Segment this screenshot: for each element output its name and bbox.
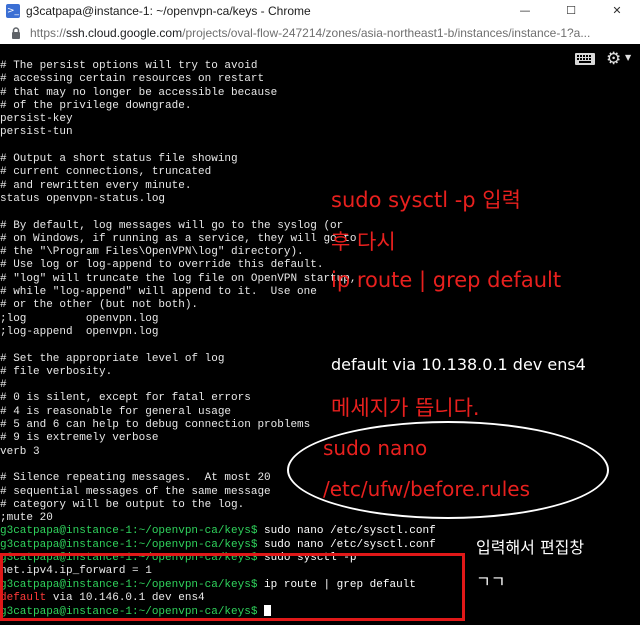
shell-command: sudo nano /etc/sysctl.conf	[257, 525, 436, 538]
maximize-button[interactable]: ☐	[548, 0, 594, 22]
terminal-line: ;log openvpn.log	[0, 312, 159, 325]
terminal-line: # Output a short status file showing	[0, 153, 238, 166]
annotation-result-note: 메세지가 뜹니다.	[331, 396, 480, 420]
chevron-down-icon[interactable]: ▼	[625, 53, 631, 62]
url-text[interactable]: https://ssh.cloud.google.com/projects/ov…	[30, 26, 634, 40]
annotation-step3: ip route | grep default	[331, 268, 562, 292]
window-title: g3catpapa@instance-1: ~/openvpn-ca/keys …	[26, 4, 311, 18]
terminal-line: #	[0, 379, 7, 392]
url-prefix: https://	[30, 26, 67, 40]
terminal-line: # accessing certain resources on restart	[0, 73, 265, 86]
minimize-button[interactable]: —	[502, 0, 548, 22]
terminal-line: ;mute 20	[0, 512, 53, 525]
keyboard-icon[interactable]	[574, 52, 596, 66]
highlight-box	[0, 553, 465, 621]
address-bar[interactable]: https://ssh.cloud.google.com/projects/ov…	[0, 22, 640, 44]
ssh-app-icon: >_	[6, 4, 20, 18]
annotation-step2: 후 다시	[331, 230, 396, 254]
url-host: ssh.cloud.google.com	[66, 26, 183, 40]
gear-icon[interactable]: ⚙	[606, 50, 621, 68]
terminal-line: g3catpapa@instance-1:~/openvpn-ca/keys$ …	[0, 539, 436, 552]
annotation-edit-cmd1: sudo nano	[323, 436, 428, 460]
terminal-output: # The persist options will try to avoid #…	[0, 60, 436, 618]
terminal-line: # The persist options will try to avoid	[0, 60, 258, 72]
url-path: /projects/oval-flow-247214/zones/asia-no…	[182, 26, 591, 40]
annotation-result: default via 10.138.0.1 dev ens4	[331, 355, 586, 374]
terminal-line: persist-key	[0, 113, 73, 126]
annotation-edit-note1: 입력해서 편집창	[476, 538, 585, 557]
annotation-step1: sudo sysctl -p 입력	[331, 188, 521, 212]
shell-command: sudo nano /etc/sysctl.conf	[257, 538, 436, 551]
lock-icon	[12, 27, 20, 39]
annotation-edit-cmd2: /etc/ufw/before.rules	[323, 477, 530, 501]
annotation-edit-note2: ㄱㄱ	[476, 572, 506, 591]
terminal-line: # of the privilege downgrade.	[0, 99, 192, 112]
terminal-line: ;log-append openvpn.log	[0, 325, 159, 338]
shell-prompt: g3catpapa@instance-1:~/openvpn-ca/keys$	[0, 525, 258, 538]
terminal-line: # current connections, truncated	[0, 166, 212, 179]
terminal-line: # or the other (but not both).	[0, 299, 199, 312]
terminal-line: # that may no longer be accessible becau…	[0, 86, 278, 99]
window-titlebar: >_ g3catpapa@instance-1: ~/openvpn-ca/ke…	[0, 0, 640, 23]
terminal-line: persist-tun	[0, 126, 73, 139]
shell-prompt: g3catpapa@instance-1:~/openvpn-ca/keys$	[0, 538, 258, 551]
terminal-line: g3catpapa@instance-1:~/openvpn-ca/keys$ …	[0, 525, 436, 538]
close-button[interactable]: ✕	[594, 0, 640, 22]
